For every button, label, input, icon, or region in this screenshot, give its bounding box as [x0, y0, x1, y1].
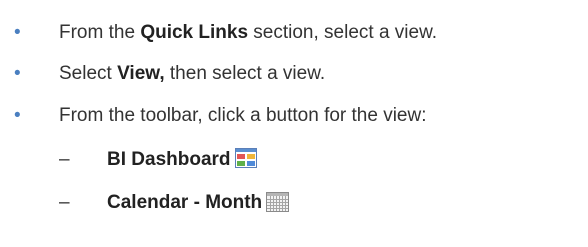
- list-item: • From the toolbar, click a button for t…: [0, 103, 588, 129]
- list-item: • From the Quick Links section, select a…: [0, 20, 588, 46]
- list-item: • Select View, then select a view.: [0, 61, 588, 87]
- instruction-list: • From the Quick Links section, select a…: [0, 0, 588, 247]
- calendar-month-icon: [266, 192, 290, 212]
- list-item-suffix: section, select a view.: [248, 22, 438, 43]
- dash-marker: –: [59, 149, 70, 170]
- quick-links-label: Quick Links: [140, 22, 249, 43]
- list-item-text: Select View, then select a view.: [59, 61, 325, 87]
- list-item-prefix: From the toolbar, click a button for the…: [59, 105, 427, 126]
- sub-list-item: – Calendar - Month: [0, 190, 588, 216]
- list-item-prefix: From the: [59, 22, 141, 43]
- bullet-marker: •: [14, 63, 21, 84]
- bullet-marker: •: [14, 105, 21, 126]
- dash-marker: –: [59, 192, 70, 213]
- list-item-text: From the toolbar, click a button for the…: [59, 103, 427, 129]
- sub-list-item-text: BI Dashboard: [107, 147, 257, 173]
- list-item-suffix: then select a view.: [164, 63, 326, 84]
- sub-list-item: – BI Dashboard: [0, 147, 588, 173]
- bi-dashboard-icon: [234, 148, 257, 168]
- sub-list-item-text: Calendar - Month: [107, 190, 290, 216]
- bi-dashboard-label: BI Dashboard: [107, 149, 231, 170]
- bullet-marker: •: [14, 22, 21, 43]
- calendar-month-label: Calendar - Month: [107, 192, 263, 213]
- list-item-text: From the Quick Links section, select a v…: [59, 20, 437, 46]
- view-label: View,: [117, 63, 165, 84]
- list-item-prefix: Select: [59, 63, 118, 84]
